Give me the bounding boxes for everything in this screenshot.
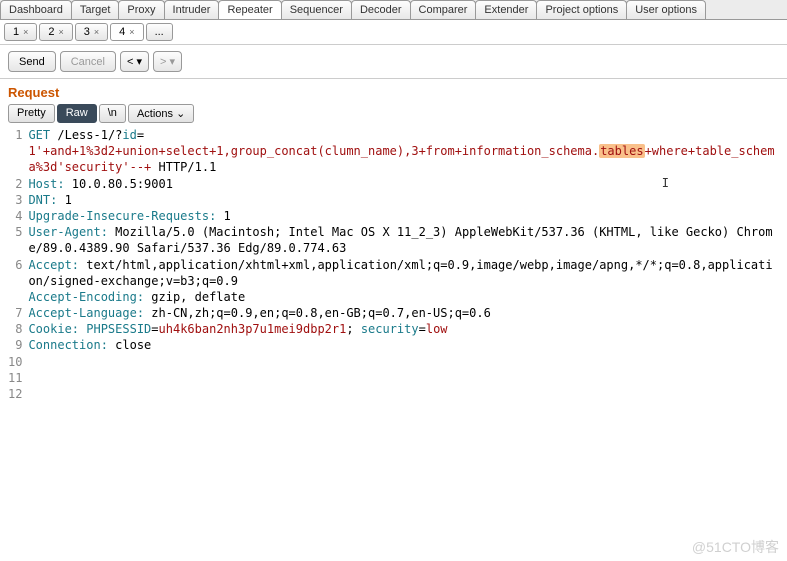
search-highlight: tables xyxy=(599,144,644,158)
section-title-request: Request xyxy=(8,85,779,100)
sub-tab-3[interactable]: 3× xyxy=(75,23,108,41)
tab-extender[interactable]: Extender xyxy=(475,0,537,19)
watermark-text: @51CTO博客 xyxy=(692,537,779,557)
request-panel: Request Pretty Raw \n Actions ⌄ 1 2 3 4 … xyxy=(0,79,787,422)
pretty-view-button[interactable]: Pretty xyxy=(8,104,55,123)
text-cursor-icon: I xyxy=(662,175,669,191)
send-button[interactable]: Send xyxy=(8,51,56,72)
close-icon[interactable]: × xyxy=(59,27,64,37)
sub-tab-add[interactable]: ... xyxy=(146,23,173,41)
repeater-sub-tabs: 1× 2× 3× 4× ... xyxy=(0,20,787,45)
action-bar: Send Cancel < ▾ > ▾ xyxy=(0,45,787,79)
newline-toggle-button[interactable]: \n xyxy=(99,104,126,123)
close-icon[interactable]: × xyxy=(94,27,99,37)
tab-dashboard[interactable]: Dashboard xyxy=(0,0,72,19)
tab-comparer[interactable]: Comparer xyxy=(410,0,477,19)
close-icon[interactable]: × xyxy=(23,27,28,37)
tab-intruder[interactable]: Intruder xyxy=(164,0,220,19)
sub-tab-1[interactable]: 1× xyxy=(4,23,37,41)
sub-tab-4[interactable]: 4× xyxy=(110,23,143,41)
sub-tab-2[interactable]: 2× xyxy=(39,23,72,41)
view-mode-row: Pretty Raw \n Actions ⌄ xyxy=(8,104,779,123)
main-tab-bar: Dashboard Target Proxy Intruder Repeater… xyxy=(0,0,787,20)
request-body[interactable]: GET /Less-1/?id=1'+and+1%3d2+union+selec… xyxy=(28,127,779,402)
history-prev-button[interactable]: < ▾ xyxy=(120,51,149,72)
actions-dropdown[interactable]: Actions ⌄ xyxy=(128,104,194,123)
tab-proxy[interactable]: Proxy xyxy=(118,0,164,19)
line-gutter: 1 2 3 4 5 6 7 8 9 10 11 12 xyxy=(8,127,28,402)
cancel-button: Cancel xyxy=(60,51,116,72)
request-editor[interactable]: 1 2 3 4 5 6 7 8 9 10 11 12 GET /Less-1/?… xyxy=(8,127,779,422)
tab-user-options[interactable]: User options xyxy=(626,0,706,19)
tab-decoder[interactable]: Decoder xyxy=(351,0,411,19)
tab-sequencer[interactable]: Sequencer xyxy=(281,0,352,19)
history-next-button: > ▾ xyxy=(153,51,182,72)
tab-repeater[interactable]: Repeater xyxy=(218,0,281,19)
tab-target[interactable]: Target xyxy=(71,0,120,19)
tab-project-options[interactable]: Project options xyxy=(536,0,627,19)
close-icon[interactable]: × xyxy=(129,27,134,37)
raw-view-button[interactable]: Raw xyxy=(57,104,97,123)
